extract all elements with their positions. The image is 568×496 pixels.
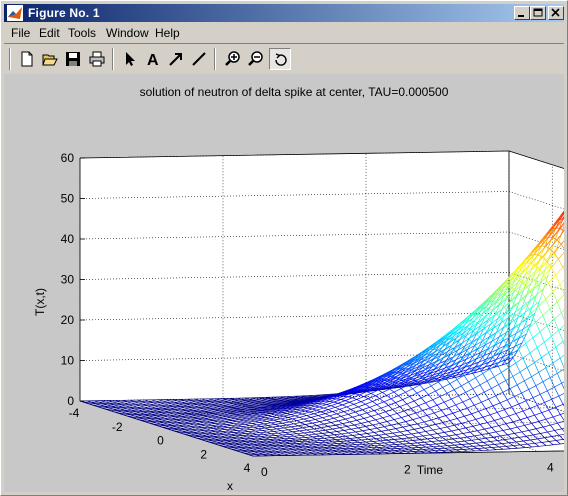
arrow-pointer-icon (126, 52, 135, 66)
minimize-button[interactable] (514, 6, 530, 20)
x-tick-label: 2 (200, 447, 207, 461)
toolbar-grip (9, 48, 11, 70)
maximize-button[interactable] (530, 6, 546, 20)
menu-window[interactable]: Window (106, 26, 149, 40)
z-tick-label: 20 (61, 313, 75, 327)
zoom-in-icon (225, 51, 240, 66)
z-tick-label: 30 (61, 273, 75, 287)
y-tick-label: 2 (404, 463, 411, 477)
y-tick-label: 0 (261, 465, 268, 479)
rotate-3d-icon (275, 53, 287, 66)
zoom-out-button[interactable] (245, 48, 267, 70)
text-insert-icon: A (147, 52, 159, 67)
printer-icon (89, 51, 105, 67)
chart-title: solution of neutron of delta spike at ce… (140, 85, 449, 99)
x-tick-label: -2 (112, 420, 123, 434)
matlab-logo-icon (7, 5, 23, 21)
save-disk-icon (66, 52, 80, 66)
close-icon (551, 8, 560, 17)
z-axis-label: T(x,t) (33, 288, 47, 316)
zoom-out-icon (248, 51, 263, 66)
figure-window: Figure No. 1 File Edit Tools Window Help (0, 0, 568, 496)
z-tick-label: 40 (61, 232, 75, 246)
text-tool-button[interactable]: A (142, 48, 164, 70)
z-tick-label: 60 (61, 151, 75, 165)
y-tick-label: 4 (547, 460, 554, 474)
mesh-line (328, 439, 336, 441)
mesh-line (233, 409, 241, 411)
toolbar-separator (214, 48, 216, 70)
minimize-icon (518, 15, 524, 17)
surface-plot[interactable]: solution of neutron of delta spike at ce… (4, 74, 564, 492)
x-tick-label: 0 (157, 434, 164, 448)
figure-canvas[interactable]: solution of neutron of delta spike at ce… (4, 74, 564, 492)
z-tick-label: 10 (61, 354, 75, 368)
x-axis-label: x (227, 479, 233, 492)
save-button[interactable] (62, 48, 84, 70)
menu-tools[interactable]: Tools (68, 26, 96, 40)
select-tool-button[interactable] (119, 48, 141, 70)
y-axis-label: Time (417, 463, 444, 477)
window-title: Figure No. 1 (28, 6, 100, 20)
zoom-in-button[interactable] (222, 48, 244, 70)
insert-line-icon (192, 52, 206, 66)
menu-bar: File Edit Tools Window Help (4, 23, 564, 42)
line-tool-button[interactable] (188, 48, 210, 70)
new-figure-button[interactable] (16, 48, 38, 70)
x-tick-label: 4 (244, 461, 251, 475)
x-tick-label: -4 (69, 406, 80, 420)
toolbar-separator (112, 48, 114, 70)
maximize-icon (533, 8, 543, 17)
new-document-icon (21, 51, 33, 67)
close-button[interactable] (548, 6, 564, 20)
open-folder-icon (42, 54, 58, 66)
insert-arrow-icon (169, 53, 182, 66)
menu-edit[interactable]: Edit (39, 26, 60, 40)
print-button[interactable] (86, 48, 108, 70)
z-tick-label: 50 (61, 192, 75, 206)
rotate-3d-button[interactable] (269, 48, 291, 70)
open-file-button[interactable] (39, 48, 61, 70)
toolbar: A (4, 43, 564, 75)
menu-help[interactable]: Help (155, 26, 180, 40)
arrow-tool-button[interactable] (165, 48, 187, 70)
title-bar[interactable]: Figure No. 1 (4, 4, 564, 22)
menu-file[interactable]: File (11, 26, 30, 40)
